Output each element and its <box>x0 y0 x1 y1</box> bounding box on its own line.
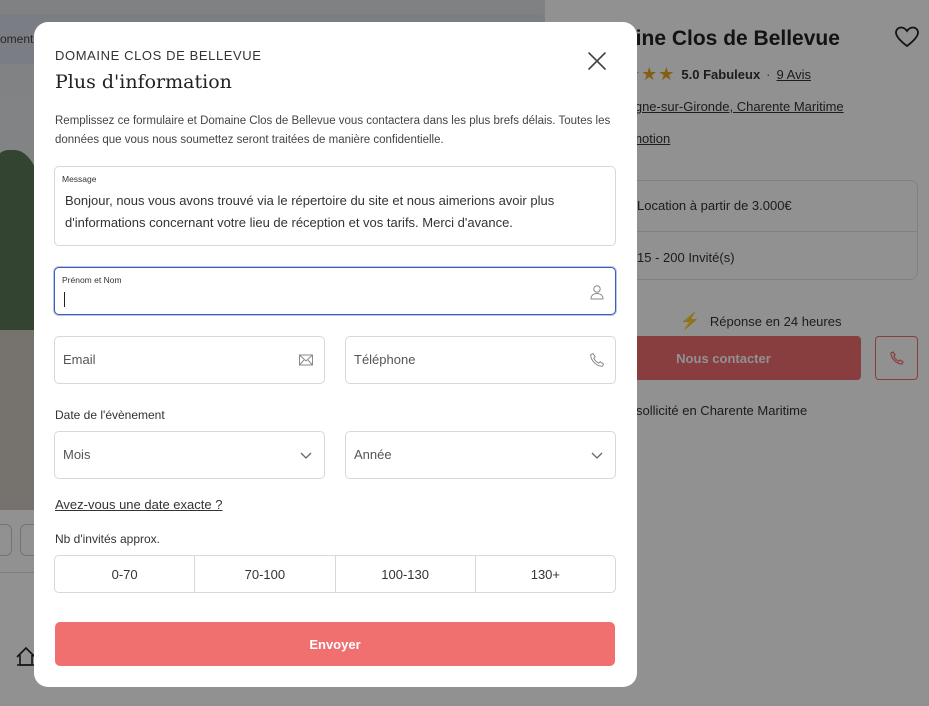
guest-option-70-100[interactable]: 70-100 <box>195 556 336 592</box>
message-label: Message <box>62 174 97 184</box>
close-icon[interactable] <box>584 50 610 74</box>
exact-date-link[interactable]: Avez-vous une date exacte ? <box>55 497 222 512</box>
chevron-down-icon <box>300 452 312 459</box>
phone-icon <box>590 352 605 367</box>
text-caret <box>64 292 65 307</box>
phone-field[interactable]: Téléphone <box>345 336 616 384</box>
email-placeholder: Email <box>63 352 96 367</box>
contact-modal: DOMAINE CLOS DE BELLEVUE Plus d'informat… <box>34 22 637 687</box>
month-select[interactable]: Mois <box>54 431 325 479</box>
name-field[interactable]: Prénom et Nom <box>54 267 616 315</box>
modal-title: Plus d'information <box>55 71 232 93</box>
guest-option-0-70[interactable]: 0-70 <box>55 556 196 592</box>
message-textarea[interactable]: Bonjour, nous vous avons trouvé via le r… <box>65 190 605 234</box>
guest-count-label: Nb d'invités approx. <box>55 532 161 546</box>
guest-option-100-130[interactable]: 100-130 <box>336 556 476 592</box>
guest-count-options: 0-70 70-100 100-130 130+ <box>54 555 616 593</box>
event-date-label: Date de l'évènement <box>55 408 165 422</box>
name-label: Prénom et Nom <box>62 275 122 285</box>
month-placeholder: Mois <box>63 447 91 462</box>
modal-venue-name: DOMAINE CLOS DE BELLEVUE <box>55 48 262 63</box>
envelope-icon <box>299 354 313 366</box>
user-icon <box>590 285 604 300</box>
submit-button[interactable]: Envoyer <box>55 622 615 666</box>
chevron-down-icon <box>591 452 603 459</box>
modal-description: Remplissez ce formulaire et Domaine Clos… <box>55 115 611 146</box>
email-field[interactable]: Email <box>54 336 325 384</box>
year-select[interactable]: Année <box>345 431 616 479</box>
year-placeholder: Année <box>354 447 392 462</box>
message-field[interactable]: Message Bonjour, nous vous avons trouvé … <box>54 166 616 246</box>
guest-option-130-plus[interactable]: 130+ <box>476 556 615 592</box>
phone-placeholder: Téléphone <box>354 352 416 367</box>
